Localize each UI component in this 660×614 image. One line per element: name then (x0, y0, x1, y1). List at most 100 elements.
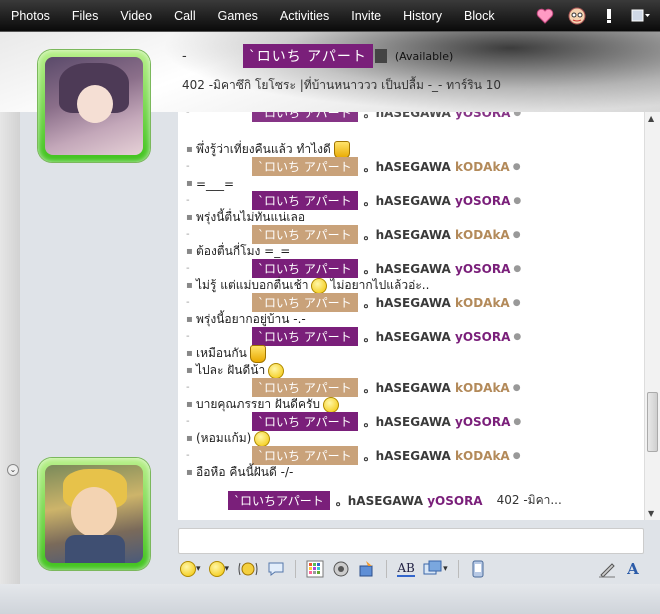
voice-clip-icon[interactable] (265, 558, 287, 580)
sender-header: - `ロいち アパート 。hASEGAWA kODAkA ● (186, 225, 521, 244)
send-file-icon[interactable] (467, 558, 489, 580)
menu-photos[interactable]: Photos (0, 0, 61, 32)
sender-name-chip: `ロいち アパート (252, 412, 358, 431)
heart-icon[interactable] (534, 5, 556, 27)
font-icon[interactable]: AB (395, 558, 417, 580)
left-side-strip (0, 32, 20, 614)
menu-history[interactable]: History (392, 0, 453, 32)
chat-message: ▪ ไม่รู้ แต่แม่บอกตื่นเช้า ไม่อยากไปแล้วอ่… (186, 277, 429, 294)
chat-message: ▪ พึ่งรู้ว่าเที่ยงคืนแล้ว ทำไงดี (186, 140, 350, 159)
sender-name-rest: 。hASEGAWA yOSORA (363, 415, 511, 429)
menu-video[interactable]: Video (109, 0, 163, 32)
contact-name-line: - `ロいち アパート (Available) (182, 44, 453, 68)
sender-header: - `ロいち アパート 。hASEGAWA yOSORA ● (186, 112, 521, 122)
chat-message: ▪ อือหือ คืนนี้ฝันดี -/- (186, 464, 293, 481)
message-input-text[interactable] (179, 529, 643, 553)
scroll-thumb[interactable] (647, 392, 658, 452)
sender-name-rest: 。hASEGAWA yOSORA (363, 330, 511, 344)
emoticon-smile-icon (268, 362, 285, 379)
sender-header: - `ロいち アパート 。hASEGAWA kODAkA ● (186, 293, 521, 312)
message-input[interactable] (178, 528, 644, 554)
contact-status: (Available) (394, 49, 454, 63)
sender-header: - `ロいち アパート 。hASEGAWA yOSORA ● (186, 259, 522, 278)
background-icon[interactable] (304, 558, 326, 580)
chat-message: ▪ ไปละ ฝันดีน้า (186, 362, 285, 379)
message-bullet: ▪ (186, 178, 193, 189)
sender-header: - `ロいち アパート 。hASEGAWA kODAkA ● (186, 157, 521, 176)
message-bullet: ▪ (186, 467, 193, 478)
message-bullet: ▪ (186, 433, 193, 444)
emoticon-icon[interactable]: ▾ (178, 558, 203, 580)
file-share-icon[interactable] (356, 558, 378, 580)
sender-name-chip: `ロいち アパート (252, 112, 358, 122)
chat-message: ▪ (หอมแก้ม) (186, 430, 271, 447)
expand-icon[interactable]: ⌄ (7, 464, 19, 476)
sender-status-icon: ● (513, 263, 522, 274)
message-text: =___= (196, 176, 235, 191)
chat-message: ▪ พรุ่งนี้อยากอยู่บ้าน -.- (186, 311, 306, 328)
message-text: (หอมแก้ม) (196, 431, 252, 445)
message-text: อือหือ คืนนี้ฝันดี -/- (196, 465, 294, 479)
message-bullet: ▪ (186, 348, 193, 359)
message-bullet: ▪ (186, 246, 193, 257)
menu-icon[interactable] (630, 5, 652, 27)
chat-message: ▪ บายคุณภรรยา ฝันดีครับ (186, 396, 340, 413)
message-bullet: ▪ (186, 212, 193, 223)
sender-name-rest: 。hASEGAWA kODAkA (363, 381, 510, 395)
scroll-down-icon[interactable]: ▼ (648, 509, 654, 518)
handwriting-icon[interactable] (596, 558, 618, 580)
menu-call[interactable]: Call (163, 0, 207, 32)
message-bullet: ▪ (186, 314, 193, 325)
message-bullet: ▪ (186, 399, 193, 410)
menu-activities[interactable]: Activities (269, 0, 340, 32)
emoticon-smile-icon (311, 277, 328, 294)
game-icon[interactable] (330, 558, 352, 580)
sender-status-icon: ● (512, 450, 521, 461)
message-bullet: ▪ (186, 144, 193, 155)
text-format-icon[interactable]: A (622, 558, 644, 580)
chat-message: ▪ พรุ่งนี้ตื่นไม่ทันแน่เลอ (186, 209, 305, 226)
menu-invite[interactable]: Invite (340, 0, 392, 32)
top-toolbar: Photos Files Video Call Games Activities… (0, 0, 660, 32)
emoticon-cup-icon (249, 344, 266, 363)
contact-name: `ロいち アパート (242, 44, 373, 68)
scroll-up-icon[interactable]: ▲ (648, 114, 654, 123)
sender-status-icon: ● (512, 229, 521, 240)
window-footer (0, 584, 660, 614)
sender-status-icon: ● (513, 416, 522, 427)
avatar-icon[interactable] (566, 5, 588, 27)
contact-personal-message: 402 -มิคาซึกิ โยโซระ |ที่บ้านหนาววว เป็น… (182, 78, 502, 92)
emoticon-smile-icon (323, 396, 340, 413)
sender-header: - `ロいち アパート 。hASEGAWA kODAkA ● (186, 446, 521, 465)
sender-status-icon: ● (512, 161, 521, 172)
sender-name-rest: 。hASEGAWA kODAkA (363, 449, 510, 463)
contact-avatar[interactable] (38, 50, 150, 162)
alert-icon[interactable] (598, 5, 620, 27)
sender-header: - `ロいち アパート 。hASEGAWA yOSORA ● (186, 191, 522, 210)
sender-name-chip: `ロいち アパート (252, 157, 358, 176)
sender-status-icon: ● (513, 195, 522, 206)
emoticon-cup-icon (333, 140, 350, 159)
color-icon[interactable]: ▾ (421, 558, 450, 580)
chat-history[interactable]: - `ロいち アパート 。hASEGAWA yOSORA ● ▪ พึ่งรู้ว่าเท… (178, 112, 644, 520)
message-bullet: ▪ (186, 365, 193, 376)
menu-block[interactable]: Block (453, 0, 506, 32)
sender-status-icon: ● (512, 382, 521, 393)
sender-header: - `ロいち アパート 。hASEGAWA kODAkA ● (186, 378, 521, 397)
sender-status-icon: ● (512, 297, 521, 308)
formatting-toolbar: ▾ ▾ AB ▾ A (178, 556, 644, 582)
sender-name-chip: `ロいち アパート (252, 327, 358, 346)
nudge-icon[interactable] (235, 558, 261, 580)
own-avatar[interactable] (38, 458, 150, 570)
sender-name-rest: 。hASEGAWA yOSORA (363, 194, 511, 208)
sender-name-rest: 。hASEGAWA yOSORA (363, 262, 511, 276)
wink-icon[interactable]: ▾ (207, 558, 232, 580)
sender-header: - `ロいち アパート 。hASEGAWA yOSORA ● (186, 327, 521, 346)
chat-message: ▪ ต้องตื่นกี่โมง =_= (186, 243, 290, 260)
chat-scrollbar[interactable]: ▲ ▼ (644, 112, 660, 520)
sender-header: - `ロいち アパート 。hASEGAWA yOSORA ● (186, 412, 522, 431)
menu-files[interactable]: Files (61, 0, 109, 32)
menu-games[interactable]: Games (207, 0, 269, 32)
own-name-chip: `ロいちアパート (228, 491, 330, 510)
chat-message: ▪ =___= (186, 175, 234, 192)
